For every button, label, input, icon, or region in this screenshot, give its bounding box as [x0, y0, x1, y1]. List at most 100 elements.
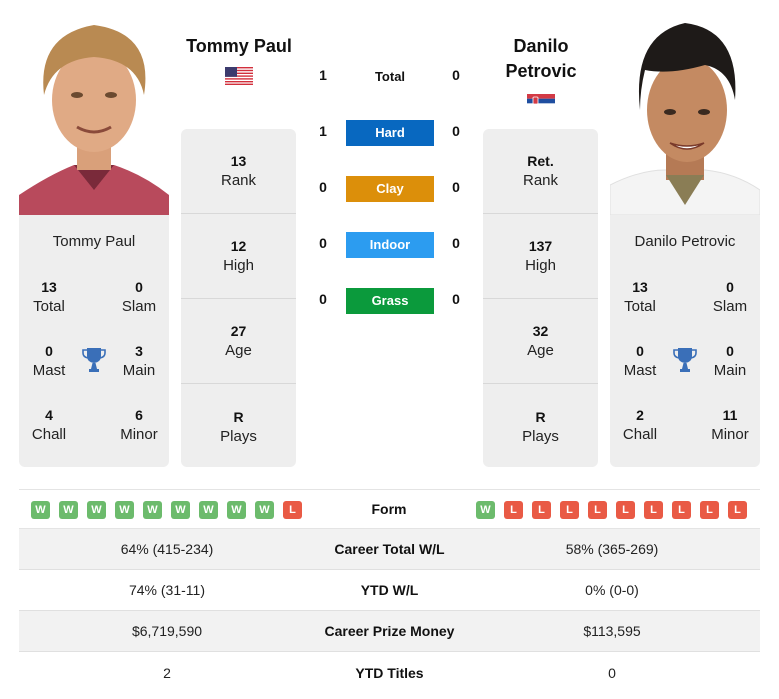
titles-value: 13 — [632, 279, 648, 295]
player1-high: 12 High — [181, 214, 296, 299]
player2-titles-slam: 0 Slam — [700, 277, 760, 317]
titles-value: 3 — [135, 343, 143, 359]
form-badge-win[interactable]: W — [115, 501, 134, 519]
player1-titles-main: 3 Main — [109, 341, 169, 381]
form-badge-win[interactable]: W — [227, 501, 246, 519]
table-row: 2 YTD Titles 0 — [19, 652, 760, 693]
surface-grass-button[interactable]: Grass — [346, 288, 434, 314]
form-badge-loss[interactable]: L — [560, 501, 579, 519]
titles-value: 6 — [135, 407, 143, 423]
form-badge-win[interactable]: W — [59, 501, 78, 519]
player2-titles-panel: Danilo Petrovic 13 Total 0 Slam 0 Mast 0… — [610, 215, 760, 467]
row-label: Career Total W/L — [334, 541, 445, 557]
form-badge-win[interactable]: W — [255, 501, 274, 519]
player1-portrait-icon — [19, 15, 169, 215]
titles-label: Minor — [711, 426, 749, 443]
player1-value: $6,719,590 — [131, 623, 203, 639]
titles-value: 0 — [45, 343, 53, 359]
player2-name[interactable]: Danilo Petrovic — [482, 34, 600, 84]
player2-stats-panel: Ret. Rank 137 High 32 Age R Plays — [483, 129, 598, 467]
titles-label: Slam — [121, 298, 157, 315]
titles-value: 2 — [636, 407, 644, 423]
form-badge-loss[interactable]: L — [672, 501, 691, 519]
player2-photo — [610, 15, 760, 215]
table-row: $6,719,590 Career Prize Money $113,595 — [19, 611, 760, 652]
form-badge-loss[interactable]: L — [700, 501, 719, 519]
titles-label: Main — [122, 362, 156, 379]
player2-plays: R Plays — [483, 384, 598, 467]
player2-titles-chall: 2 Chall — [610, 405, 670, 445]
titles-value: 0 — [135, 279, 143, 295]
stat-value: 32 — [532, 323, 549, 339]
surface-hard-button[interactable]: Hard — [346, 120, 434, 146]
form-badge-win[interactable]: W — [476, 501, 495, 519]
player1-value: 64% (415-234) — [120, 541, 214, 557]
player1-value: 74% (31-11) — [128, 582, 205, 598]
form-badge-win[interactable]: W — [143, 501, 162, 519]
row-label: Career Prize Money — [324, 623, 455, 639]
surface-clay-button[interactable]: Clay — [346, 176, 434, 202]
stat-value: R — [535, 408, 546, 425]
form-badge-win[interactable]: W — [31, 501, 50, 519]
h2h-total-label: Total — [374, 69, 406, 84]
titles-label: Mast — [32, 362, 66, 379]
player1-stats-panel: 13 Rank 12 High 27 Age R Plays — [181, 129, 296, 467]
row-label: YTD W/L — [360, 582, 419, 598]
player2-titles-mast: 0 Mast — [610, 341, 670, 381]
stat-label: Age — [527, 342, 554, 359]
form-badge-win[interactable]: W — [171, 501, 190, 519]
stat-label: High — [223, 257, 254, 274]
titles-label: Minor — [120, 426, 158, 443]
stat-value: 137 — [528, 238, 553, 254]
player1-form: WWWWWWWWWL — [31, 501, 302, 519]
player2-titles-minor: 11 Minor — [700, 405, 760, 445]
h2h-grass-p2: 0 — [452, 291, 460, 307]
player1-titles-minor: 6 Minor — [109, 405, 169, 445]
stat-value: 27 — [230, 323, 247, 339]
form-badge-win[interactable]: W — [87, 501, 106, 519]
player2-value: 0% (0-0) — [585, 582, 639, 598]
form-badge-loss[interactable]: L — [644, 501, 663, 519]
player2-value: $113,595 — [583, 623, 641, 639]
form-badge-loss[interactable]: L — [588, 501, 607, 519]
form-badge-loss[interactable]: L — [532, 501, 551, 519]
stat-value: 13 — [230, 153, 247, 169]
player2-value: 58% (365-269) — [565, 541, 659, 557]
row-label: YTD Titles — [355, 664, 424, 681]
player1-name[interactable]: Tommy Paul — [180, 34, 298, 59]
player1-photo — [19, 15, 169, 215]
stat-value: 12 — [230, 238, 247, 254]
titles-value: 11 — [722, 407, 738, 423]
stat-label: Rank — [522, 172, 559, 189]
trophy-icon — [673, 347, 697, 373]
titles-label: Chall — [31, 426, 67, 443]
player1-titles-name[interactable]: Tommy Paul — [19, 233, 169, 250]
usa-flag-icon — [225, 67, 253, 85]
stat-label: High — [525, 257, 556, 274]
form-badge-loss[interactable]: L — [728, 501, 747, 519]
table-row: 64% (415-234) Career Total W/L 58% (365-… — [19, 529, 760, 570]
form-badge-loss[interactable]: L — [616, 501, 635, 519]
titles-value: 4 — [45, 407, 53, 423]
form-badge-win[interactable]: W — [199, 501, 218, 519]
stat-label: Plays — [522, 427, 559, 445]
trophy-icon — [82, 347, 106, 373]
player1-titles-mast: 0 Mast — [19, 341, 79, 381]
player2-rank: Ret. Rank — [483, 129, 598, 214]
player2-age: 32 Age — [483, 299, 598, 384]
stat-label: Plays — [220, 427, 257, 445]
player2-titles-name[interactable]: Danilo Petrovic — [610, 233, 760, 250]
form-badge-loss[interactable]: L — [283, 501, 302, 519]
titles-value: 0 — [726, 279, 734, 295]
player2-value: 0 — [608, 664, 616, 681]
player1-titles-slam: 0 Slam — [109, 277, 169, 317]
titles-label: Mast — [623, 362, 657, 379]
player2-titles-total: 13 Total — [610, 277, 670, 317]
player2-portrait-icon — [610, 15, 760, 215]
form-badge-loss[interactable]: L — [504, 501, 523, 519]
player1-plays: R Plays — [181, 384, 296, 467]
h2h-hard-p2: 0 — [452, 123, 460, 139]
surface-indoor-button[interactable]: Indoor — [346, 232, 434, 258]
h2h-total-p1: 1 — [319, 67, 327, 83]
h2h-hard-p1: 1 — [319, 123, 327, 139]
